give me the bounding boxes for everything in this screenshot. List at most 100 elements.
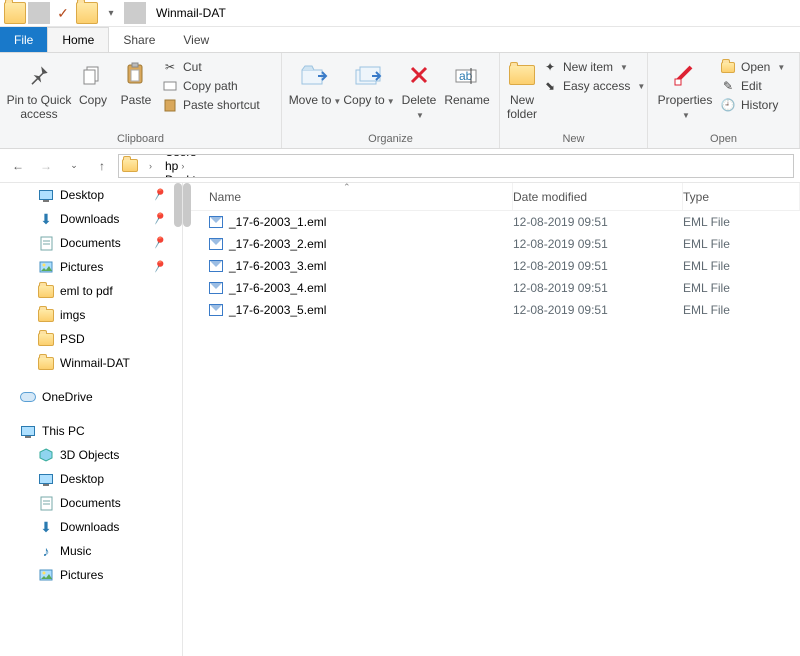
separator	[28, 2, 50, 24]
breadcrumb-item[interactable]: Desktop›	[160, 173, 347, 178]
file-type: EML File	[683, 259, 800, 273]
label: Paste	[121, 94, 152, 108]
recent-dropdown[interactable]: ⌄	[62, 154, 86, 178]
navigation-tree[interactable]: Desktop📍⬇Downloads📍Documents📍Pictures📍em…	[0, 183, 183, 656]
tab-share[interactable]: Share	[109, 27, 169, 52]
tree-item[interactable]: 3D Objects	[0, 443, 182, 467]
open-icon	[720, 59, 736, 75]
column-date[interactable]: Date modified	[513, 183, 683, 210]
tree-item[interactable]: ⬇Downloads📍	[0, 207, 182, 231]
ribbon: Pin to Quick access Copy Paste ✂Cut Copy…	[0, 53, 800, 149]
new-item-icon: ✦	[542, 59, 558, 75]
paste-shortcut-icon	[162, 97, 178, 113]
label: New folder	[506, 94, 538, 122]
column-name[interactable]: Name⌃	[183, 183, 513, 210]
cut-button[interactable]: ✂Cut	[162, 59, 260, 75]
tree-item[interactable]: Winmail-DAT	[0, 351, 182, 375]
label: Pictures	[60, 260, 103, 274]
file-row[interactable]: _17-6-2003_2.eml12-08-2019 09:51EML File	[183, 233, 800, 255]
file-row[interactable]: _17-6-2003_3.eml12-08-2019 09:51EML File	[183, 255, 800, 277]
label: OneDrive	[42, 390, 93, 404]
group-clipboard: Pin to Quick access Copy Paste ✂Cut Copy…	[0, 53, 282, 148]
history-button[interactable]: 🕘History	[720, 97, 785, 113]
eml-file-icon	[209, 282, 223, 294]
paste-button[interactable]: Paste	[114, 57, 158, 108]
tree-item[interactable]: Desktop📍	[0, 183, 182, 207]
tree-item[interactable]: PSD	[0, 327, 182, 351]
properties-button[interactable]: Properties▼	[654, 57, 716, 122]
file-date: 12-08-2019 09:51	[513, 215, 683, 229]
file-row[interactable]: _17-6-2003_5.eml12-08-2019 09:51EML File	[183, 299, 800, 321]
pin-icon: 📍	[149, 209, 169, 229]
up-button[interactable]: ↑	[90, 154, 114, 178]
pin-to-quick-access-button[interactable]: Pin to Quick access	[6, 57, 72, 122]
label: Edit	[741, 79, 762, 93]
rename-button[interactable]: ab Rename	[442, 57, 492, 108]
history-icon: 🕘	[720, 97, 736, 113]
copy-to-button[interactable]: Copy to▼	[342, 57, 396, 108]
tree-item[interactable]: Pictures📍	[0, 255, 182, 279]
new-item-button[interactable]: ✦New item▼	[542, 59, 645, 75]
label: Documents	[60, 496, 121, 510]
breadcrumb-item[interactable]: hp›	[160, 159, 347, 173]
forward-button[interactable]: →	[34, 154, 58, 178]
folder-icon	[38, 283, 54, 299]
edit-button[interactable]: ✎Edit	[720, 78, 785, 94]
back-button[interactable]: ←	[6, 154, 30, 178]
tab-home[interactable]: Home	[47, 27, 109, 52]
label: New item	[563, 60, 613, 74]
label: Winmail-DAT	[60, 356, 130, 370]
desktop-icon	[38, 471, 54, 487]
new-folder-button[interactable]: New folder	[506, 57, 538, 122]
tree-item[interactable]: eml to pdf	[0, 279, 182, 303]
column-headers: Name⌃ Date modified Type	[183, 183, 800, 211]
folder-icon[interactable]	[76, 2, 98, 24]
tree-item[interactable]: Pictures	[0, 563, 182, 587]
group-organize: Move to▼ Copy to▼ Delete▼ ab Rename Orga…	[282, 53, 500, 148]
open-button[interactable]: Open▼	[720, 59, 785, 75]
folder-icon	[119, 159, 141, 172]
group-open: Properties▼ Open▼ ✎Edit 🕘History Open	[648, 53, 800, 148]
label: Move to▼	[289, 94, 342, 108]
delete-button[interactable]: Delete▼	[396, 57, 442, 122]
address-bar[interactable]: › This PC›Local Disk (C:)›Users›hp›Deskt…	[118, 154, 794, 178]
qat-dropdown-icon[interactable]: ▾	[100, 2, 122, 24]
picture-icon	[38, 259, 54, 275]
copy-button[interactable]: Copy	[72, 57, 114, 108]
file-name: _17-6-2003_1.eml	[229, 215, 326, 229]
tree-item[interactable]: imgs	[0, 303, 182, 327]
tree-item[interactable]: Documents📍	[0, 231, 182, 255]
column-type[interactable]: Type	[683, 183, 800, 210]
desktop-icon	[38, 187, 54, 203]
file-date: 12-08-2019 09:51	[513, 281, 683, 295]
label: Desktop	[60, 188, 104, 202]
window-title: Winmail-DAT	[150, 6, 226, 20]
pc-icon	[20, 423, 36, 439]
eml-file-icon	[209, 304, 223, 316]
tree-item[interactable]: Desktop	[0, 467, 182, 491]
move-to-button[interactable]: Move to▼	[288, 57, 342, 108]
file-row[interactable]: _17-6-2003_4.eml12-08-2019 09:51EML File	[183, 277, 800, 299]
crumb-chevron[interactable]: ›	[141, 155, 160, 177]
tree-item[interactable]: Documents	[0, 491, 182, 515]
download-icon: ⬇	[38, 211, 54, 227]
title-bar: ✓ ▾ Winmail-DAT	[0, 0, 800, 27]
tree-onedrive[interactable]: OneDrive	[0, 385, 182, 409]
label: Pin to Quick access	[6, 94, 72, 122]
qat-properties-icon[interactable]: ✓	[52, 2, 74, 24]
tab-file[interactable]: File	[0, 27, 47, 52]
file-row[interactable]: _17-6-2003_1.eml12-08-2019 09:51EML File	[183, 211, 800, 233]
label: Open	[741, 60, 770, 74]
file-name: _17-6-2003_4.eml	[229, 281, 326, 295]
file-name: _17-6-2003_5.eml	[229, 303, 326, 317]
easy-access-button[interactable]: ⬊Easy access▼	[542, 78, 645, 94]
tree-item[interactable]: ♪Music	[0, 539, 182, 563]
tree-item[interactable]: ⬇Downloads	[0, 515, 182, 539]
sort-indicator-icon: ⌃	[343, 182, 351, 193]
easy-access-icon: ⬊	[542, 78, 558, 94]
tree-thispc[interactable]: This PC	[0, 419, 182, 443]
paste-shortcut-button[interactable]: Paste shortcut	[162, 97, 260, 113]
tab-view[interactable]: View	[169, 27, 223, 52]
copy-path-button[interactable]: Copy path	[162, 78, 260, 94]
label: Easy access	[563, 79, 630, 93]
